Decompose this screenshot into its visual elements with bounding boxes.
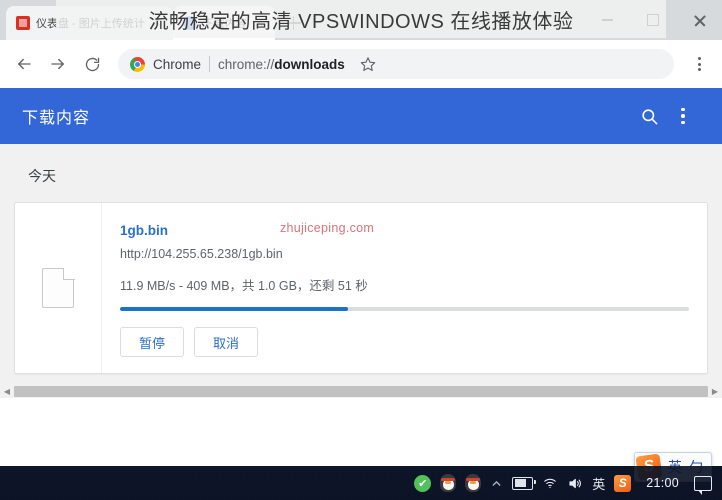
tray-notifications-button[interactable] (694, 466, 712, 500)
downloads-list: 今天 zhujiceping.com 1gb.bin http://104.25… (0, 144, 722, 398)
downloads-page-title: 下载内容 (22, 110, 91, 127)
minimize-icon (601, 19, 613, 21)
tray-battery-button[interactable] (512, 466, 537, 500)
bookmark-star-icon[interactable] (353, 49, 383, 79)
tab-close-icon[interactable] (253, 17, 265, 29)
omnibox-separator (209, 56, 211, 72)
close-icon (693, 14, 706, 27)
tray-overflow-button[interactable] (490, 466, 503, 500)
globe-favicon-icon (182, 16, 197, 30)
tab-downloads-label: 下载内容 (202, 18, 247, 30)
scroll-right-arrow-icon[interactable]: ▶ (708, 384, 722, 398)
tray-qq-button-2[interactable] (465, 466, 482, 500)
download-progress-bar (120, 307, 689, 311)
omnibox-url-prefix: chrome:// (218, 56, 275, 72)
window-maximize-button[interactable] (630, 0, 676, 40)
download-actions: 暂停 取消 (120, 327, 689, 357)
window-controls (584, 0, 722, 40)
omnibox-url: chrome://downloads (218, 57, 345, 72)
tray-security-button[interactable]: ✔ (414, 466, 432, 500)
forward-button[interactable] (42, 48, 74, 80)
qq-penguin-icon (440, 474, 457, 492)
download-source-url: http://104.255.65.238/1gb.bin (120, 247, 283, 261)
site-watermark: zhujiceping.com (280, 221, 375, 235)
window-minimize-button[interactable] (584, 0, 630, 40)
notification-icon (694, 475, 712, 495)
omnibox-scheme-label: Chrome (153, 56, 202, 72)
download-item-info: zhujiceping.com 1gb.bin http://104.255.6… (102, 203, 707, 373)
scrollbar-thumb[interactable] (14, 385, 708, 397)
downloads-menu-button[interactable] (666, 99, 700, 133)
system-tray: ✔ 英 S 21:00 (414, 466, 718, 500)
reload-button[interactable] (76, 48, 108, 80)
sogou-logo-icon: S (614, 474, 632, 492)
battery-icon (512, 476, 537, 490)
tab-dashboard[interactable]: 仪表盘 - 图片上传统计 (6, 6, 173, 40)
scroll-left-arrow-icon[interactable]: ◀ (0, 384, 14, 398)
new-tab-button[interactable] (281, 10, 307, 36)
tab-dashboard-label: 仪表盘 - 图片上传统计 (36, 18, 145, 30)
tab-close-icon[interactable] (151, 17, 163, 29)
address-bar[interactable]: Chrome chrome://downloads (118, 49, 674, 79)
tab-downloads[interactable]: 下载内容 (172, 6, 275, 40)
three-dot-menu-icon (681, 107, 685, 125)
downloads-page-header: 下载内容 (0, 88, 722, 144)
cancel-button[interactable]: 取消 (194, 327, 258, 357)
tray-volume-button[interactable] (567, 466, 583, 500)
pause-button[interactable]: 暂停 (120, 327, 184, 357)
maximize-icon (647, 14, 659, 26)
window-close-button[interactable] (676, 0, 722, 40)
download-item-card[interactable]: zhujiceping.com 1gb.bin http://104.255.6… (14, 202, 708, 374)
tray-sogou-button[interactable]: S (614, 466, 632, 500)
horizontal-scrollbar[interactable]: ◀ ▶ (0, 384, 722, 398)
chrome-logo-icon (130, 56, 145, 72)
tray-qq-button[interactable] (440, 466, 457, 500)
tab-strip: 仪表盘 - 图片上传统计 下载内容 (0, 0, 722, 40)
download-filename-link[interactable]: 1gb.bin (120, 223, 689, 238)
download-progress-fill (120, 307, 348, 311)
browser-toolbar: Chrome chrome://downloads (0, 40, 722, 88)
shield-check-icon: ✔ (414, 474, 432, 492)
back-button[interactable] (8, 48, 40, 80)
downloads-day-label: 今天 (28, 168, 56, 184)
omnibox-url-page: downloads (274, 56, 345, 72)
chrome-browser-window: 仪表盘 - 图片上传统计 下载内容 流畅稳定的高清 VPSWINDOWS 在线播… (0, 0, 722, 466)
tray-ime-mode[interactable]: 英 (592, 466, 605, 500)
download-status-text: 11.9 MB/s - 409 MB，共 1.0 GB，还剩 51 秒 (120, 279, 368, 293)
download-file-icon-cell (15, 203, 102, 373)
file-icon (42, 267, 75, 308)
browser-menu-icon[interactable] (684, 48, 714, 80)
qq-penguin-icon (465, 474, 482, 492)
tray-network-button[interactable] (542, 466, 558, 500)
taskbar-clock[interactable]: 21:00 (640, 476, 685, 490)
red-square-favicon-icon (16, 16, 30, 30)
downloads-search-button[interactable] (632, 99, 666, 133)
windows-taskbar: ✔ 英 S 21:00 (0, 466, 722, 500)
